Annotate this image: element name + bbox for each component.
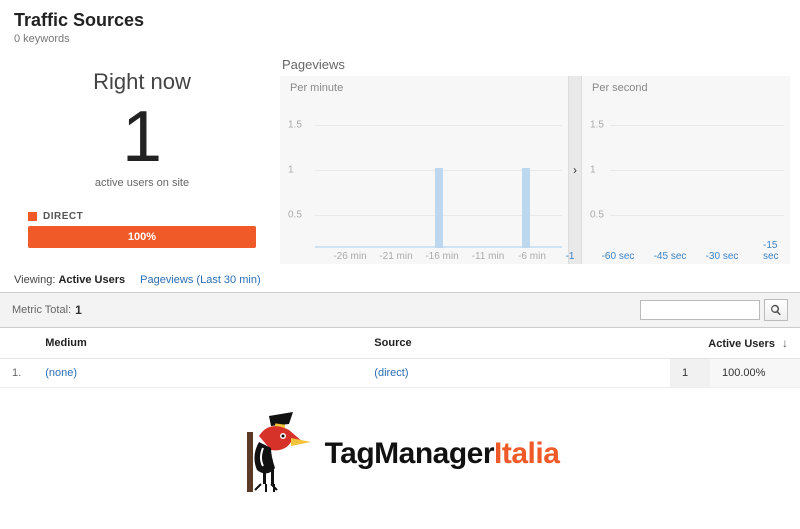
search-input[interactable] xyxy=(640,300,760,320)
cell-source[interactable]: (direct) xyxy=(362,359,670,388)
chart-per-second-label: Per second xyxy=(582,76,790,100)
right-now-label: Right now xyxy=(14,69,270,95)
woodpecker-icon xyxy=(241,412,313,496)
sort-desc-icon: ↓ xyxy=(782,336,788,350)
chart-splitter[interactable]: › xyxy=(568,76,582,264)
active-users-number: 1 xyxy=(14,101,270,173)
bar-minute-16 xyxy=(435,168,443,248)
search-button[interactable] xyxy=(764,299,788,321)
legend-swatch-icon xyxy=(28,212,37,221)
active-users-caption: active users on site xyxy=(14,177,270,189)
ytick: 1 xyxy=(288,165,294,176)
col-active-users[interactable]: Active Users ↓ xyxy=(670,328,800,359)
viewing-label: Viewing: xyxy=(14,274,55,286)
xtick: -16 min xyxy=(425,251,458,262)
chart-per-minute-label: Per minute xyxy=(280,76,568,100)
col-active-users-label: Active Users xyxy=(708,338,775,350)
traffic-bar-direct[interactable]: 100% xyxy=(28,226,256,248)
right-now-panel: Right now 1 active users on site DIRECT … xyxy=(0,49,280,264)
xtick: -11 min xyxy=(472,251,505,262)
chart-per-second[interactable]: Per second 1.5 1 0.5 -60 sec -45 sec -30… xyxy=(582,76,790,264)
row-index: 1. xyxy=(0,359,33,388)
chart-per-minute[interactable]: Per minute 1.5 1 0.5 -26 min -21 min -16… xyxy=(280,76,568,264)
page-title: Traffic Sources xyxy=(14,10,786,31)
table-row[interactable]: 1. (none) (direct) 1 100.00% xyxy=(0,359,800,388)
metric-total-label: Metric Total: xyxy=(12,304,71,316)
ytick: 1.5 xyxy=(590,119,604,130)
col-medium[interactable]: Medium xyxy=(33,328,362,359)
brand-logo: TagManagerItalia xyxy=(0,412,800,496)
bar-minute-6 xyxy=(522,168,530,248)
xtick: -6 min xyxy=(518,251,546,262)
legend-direct: DIRECT xyxy=(28,211,270,222)
xtick: -15 sec xyxy=(763,240,781,262)
cell-pct: 100.00% xyxy=(710,359,800,388)
legend-label: DIRECT xyxy=(43,211,83,222)
cell-count: 1 xyxy=(670,359,710,388)
xtick: -26 min xyxy=(333,251,366,262)
chevron-right-icon: › xyxy=(573,163,577,177)
xtick: -45 sec xyxy=(654,251,687,262)
xtick: -30 sec xyxy=(706,251,739,262)
page-subtitle: 0 keywords xyxy=(14,33,786,45)
ytick: 0.5 xyxy=(288,210,302,221)
metric-total-value: 1 xyxy=(75,303,82,317)
pageviews-title: Pageviews xyxy=(282,57,790,72)
logo-text-2: Italia xyxy=(494,437,559,470)
xtick: -21 min xyxy=(379,251,412,262)
logo-text-1: TagManager xyxy=(325,437,494,470)
tab-pageviews-30min[interactable]: Pageviews (Last 30 min) xyxy=(140,274,260,286)
col-source[interactable]: Source xyxy=(362,328,670,359)
search-icon xyxy=(770,304,782,316)
ytick: 1.5 xyxy=(288,119,302,130)
ytick: 1 xyxy=(590,165,596,176)
xtick: -1 xyxy=(566,251,575,262)
cell-medium[interactable]: (none) xyxy=(33,359,362,388)
ytick: 0.5 xyxy=(590,210,604,221)
tab-active-users[interactable]: Active Users xyxy=(58,274,125,286)
sources-table: Medium Source Active Users ↓ 1. (none) (… xyxy=(0,328,800,388)
xtick: -60 sec xyxy=(602,251,635,262)
